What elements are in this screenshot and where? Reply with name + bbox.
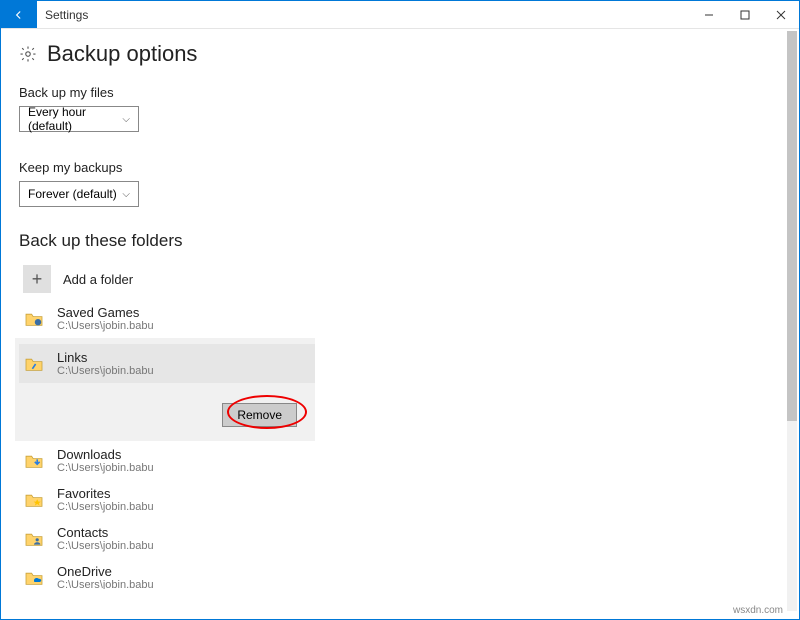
close-button[interactable] [763, 1, 799, 28]
frequency-value: Every hour (default) [28, 105, 122, 133]
folder-path: C:\Users\jobin.babu [57, 579, 154, 589]
frequency-dropdown[interactable]: Every hour (default) ⌵ [19, 106, 139, 132]
folder-name: Favorites [57, 486, 154, 501]
folder-item-downloads[interactable]: Downloads C:\Users\jobin.babu [19, 441, 781, 480]
folder-icon [23, 353, 45, 375]
folder-item-contacts[interactable]: Contacts C:\Users\jobin.babu [19, 519, 781, 558]
content-area: Backup options Back up my files Every ho… [1, 29, 799, 589]
folder-icon [23, 450, 45, 472]
folder-name: Saved Games [57, 305, 154, 320]
frequency-label: Back up my files [19, 85, 781, 100]
folder-item-links[interactable]: Links C:\Users\jobin.babu [19, 344, 315, 383]
folder-icon [23, 489, 45, 511]
folder-name: Links [57, 350, 154, 365]
folder-item-saved-games[interactable]: Saved Games C:\Users\jobin.babu [19, 299, 781, 338]
window-title: Settings [37, 1, 691, 28]
scrollbar[interactable] [787, 31, 797, 611]
folder-name: Contacts [57, 525, 154, 540]
folder-path: C:\Users\jobin.babu [57, 365, 154, 377]
scroll-thumb[interactable] [787, 31, 797, 421]
folder-name: OneDrive [57, 564, 154, 579]
selected-folder-block: Links C:\Users\jobin.babu Remove [15, 338, 315, 441]
chevron-down-icon: ⌵ [122, 114, 130, 125]
gear-icon [19, 45, 37, 63]
minimize-button[interactable] [691, 1, 727, 28]
folder-icon [23, 528, 45, 550]
chevron-down-icon: ⌵ [122, 189, 130, 200]
retention-label: Keep my backups [19, 160, 781, 175]
folder-icon [23, 308, 45, 330]
add-folder-label: Add a folder [63, 272, 133, 287]
page-title: Backup options [47, 41, 197, 67]
titlebar: Settings [1, 1, 799, 29]
add-folder-row[interactable]: + Add a folder [19, 259, 781, 299]
folder-path: C:\Users\jobin.babu [57, 540, 154, 552]
back-button[interactable] [1, 1, 37, 28]
window-controls [691, 1, 799, 28]
folder-path: C:\Users\jobin.babu [57, 501, 154, 513]
remove-button[interactable]: Remove [222, 403, 297, 427]
page-header: Backup options [19, 41, 781, 67]
watermark: wsxdn.com [733, 605, 783, 616]
folder-path: C:\Users\jobin.babu [57, 462, 154, 474]
folder-path: C:\Users\jobin.babu [57, 320, 154, 332]
maximize-button[interactable] [727, 1, 763, 28]
folder-icon [23, 567, 45, 589]
retention-dropdown[interactable]: Forever (default) ⌵ [19, 181, 139, 207]
folder-name: Downloads [57, 447, 154, 462]
folders-title: Back up these folders [19, 231, 781, 251]
folder-item-favorites[interactable]: Favorites C:\Users\jobin.babu [19, 480, 781, 519]
add-folder-button[interactable]: + [23, 265, 51, 293]
folder-item-onedrive[interactable]: OneDrive C:\Users\jobin.babu [19, 558, 781, 589]
retention-value: Forever (default) [28, 187, 117, 201]
